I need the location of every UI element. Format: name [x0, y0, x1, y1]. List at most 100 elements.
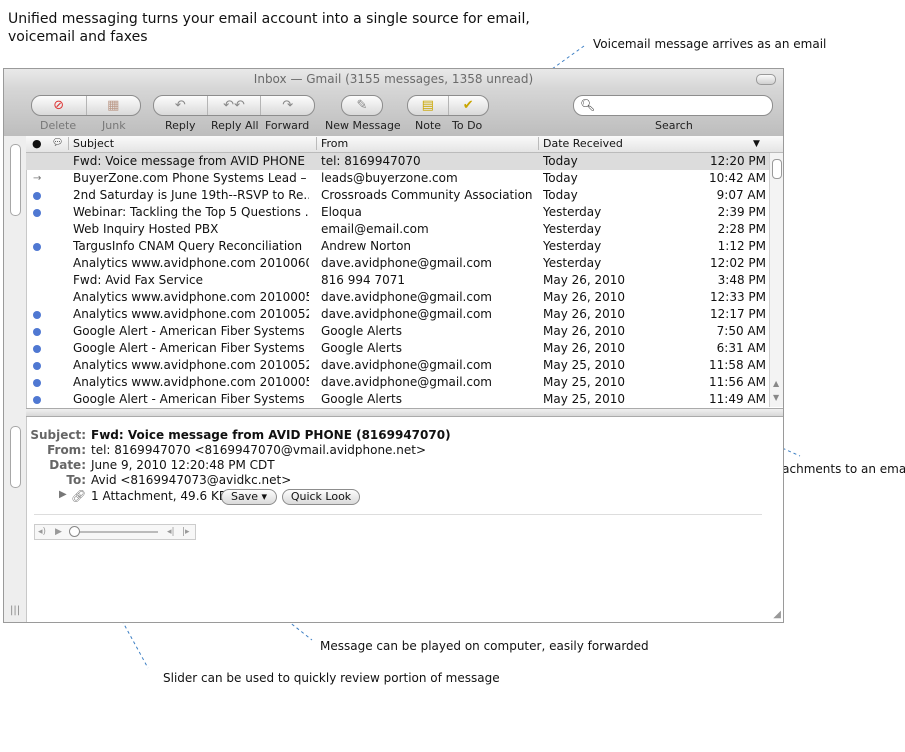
message-row[interactable]: Analytics www.avidphone.com 20100524 dave… [26, 357, 770, 374]
scroll-up-arrow-icon[interactable]: ▲ [773, 379, 779, 388]
message-from: Google Alerts [321, 324, 402, 338]
save-attachment-button[interactable]: Save ▾ [221, 489, 277, 505]
message-row[interactable]: → BuyerZone.com Phone Systems Lead – ... l… [26, 170, 770, 187]
message-subject: Fwd: Voice message from AVID PHONE ... [73, 154, 309, 168]
message-row[interactable]: Analytics www.avidphone.com 20100525 dave… [26, 306, 770, 323]
play-icon[interactable]: ▶ [55, 525, 62, 539]
reply-all-icon: ↶↶ [223, 98, 245, 113]
junk-button[interactable]: ▦ [87, 96, 141, 115]
message-date: Yesterday [543, 205, 602, 219]
subject-column[interactable]: Subject [68, 137, 114, 150]
date-header-label: Date: [49, 458, 86, 472]
message-subject: Analytics www.avidphone.com 20100607 [73, 256, 309, 270]
unread-dot-icon [33, 396, 41, 404]
date-column[interactable]: Date Received [538, 137, 623, 150]
preview-from[interactable]: tel: 8169947070 <8169947070@vmail.avidph… [91, 443, 426, 457]
sort-descending-icon[interactable]: ▼ [753, 139, 760, 149]
message-row[interactable]: 2nd Saturday is June 19th--RSVP to Re...… [26, 187, 770, 204]
message-row[interactable]: Analytics www.avidphone.com 2010005... da… [26, 289, 770, 306]
message-from: Google Alerts [321, 341, 402, 355]
quick-look-button[interactable]: Quick Look [282, 489, 360, 505]
disclosure-triangle-icon[interactable]: ▶ [59, 489, 67, 500]
message-from: dave.avidphone@gmail.com [321, 358, 492, 372]
message-time: 7:50 AM [716, 324, 766, 338]
message-row[interactable]: TargusInfo CNAM Query Reconciliation Andr… [26, 238, 770, 255]
message-time: 11:56 AM [709, 375, 766, 389]
checkmark-icon: ✔ [462, 98, 474, 113]
reply-all-label: Reply All [211, 119, 259, 132]
search-field[interactable]: 🔍︎ [573, 95, 773, 116]
flag-column-icon[interactable]: 💬︎ [52, 138, 63, 148]
reply-all-button[interactable]: ↶↶ [208, 96, 262, 115]
note-button[interactable]: ▤ [408, 96, 449, 115]
rail-scroll-thumb-lower[interactable] [10, 426, 21, 488]
forward-icon: ↷ [282, 98, 294, 113]
message-date: May 26, 2010 [543, 307, 626, 321]
scroll-down-arrow-icon[interactable]: ▼ [773, 393, 779, 402]
delete-label: Delete [40, 119, 77, 132]
search-icon: 🔍︎ [580, 98, 596, 112]
resize-grip-icon[interactable]: ◢ [773, 609, 781, 620]
reply-button[interactable]: ↶ [154, 96, 208, 115]
message-date: Today [543, 171, 578, 185]
message-row[interactable]: Google Alert - American Fiber Systems Goo… [26, 340, 770, 357]
preview-divider [34, 514, 762, 515]
headline: Unified messaging turns your email accou… [8, 11, 530, 45]
message-from: Crossroads Community Association [321, 188, 533, 202]
unread-dot-icon [33, 209, 41, 217]
message-row[interactable]: Google Alert - American Fiber Systems Goo… [26, 323, 770, 340]
message-row[interactable]: Fwd: Avid Fax Service 816 994 7071 May 26,… [26, 272, 770, 289]
mail-window: Inbox — Gmail (3155 messages, 1358 unrea… [3, 68, 784, 623]
preview-subject: Fwd: Voice message from AVID PHONE (8169… [91, 428, 451, 442]
message-list-scrollbar[interactable]: ▲ ▼ [769, 153, 783, 407]
message-time: 11:49 AM [709, 392, 766, 406]
preview-to[interactable]: Avid <8169947073@avidkc.net> [91, 473, 291, 487]
message-time: 12:20 PM [710, 154, 766, 168]
rail-scroll-thumb[interactable] [10, 144, 21, 216]
message-time: 1:12 PM [717, 239, 766, 253]
message-row[interactable]: Analytics www.avidphone.com 20100607 dave… [26, 255, 770, 272]
message-row[interactable]: Webinar: Tackling the Top 5 Questions ..… [26, 204, 770, 221]
forward-button[interactable]: ↷ [261, 96, 314, 115]
paperclip-icon: 🔗︎ [71, 489, 87, 503]
rewind-icon[interactable]: ◂| [167, 525, 175, 539]
compose-icon: ✎ [356, 98, 368, 113]
fast-forward-icon[interactable]: |▸ [182, 525, 190, 539]
delete-icon: ⊘ [53, 98, 65, 113]
message-from: dave.avidphone@gmail.com [321, 375, 492, 389]
audio-player: ◂) ▶ ◂| |▸ [34, 524, 196, 540]
rail-grip-icon[interactable]: ||| [10, 605, 20, 616]
new-message-button[interactable]: ✎ [342, 96, 382, 115]
unread-dot-icon [33, 311, 41, 319]
message-date: Yesterday [543, 239, 602, 253]
from-column[interactable]: From [316, 137, 348, 150]
mailbox-drawer-rail: ||| [4, 136, 27, 622]
unread-dot-icon [33, 379, 41, 387]
playback-slider-knob[interactable] [69, 526, 80, 537]
todo-button[interactable]: ✔ [449, 96, 489, 115]
note-label: Note [415, 119, 442, 132]
message-time: 2:28 PM [717, 222, 766, 236]
todo-label: To Do [452, 119, 483, 132]
new-message-label: New Message [325, 119, 401, 132]
message-row[interactable]: Web Inquiry Hosted PBX email@email.com Yes… [26, 221, 770, 238]
playback-track[interactable] [74, 531, 158, 533]
message-date: Yesterday [543, 222, 602, 236]
message-row[interactable]: Fwd: Voice message from AVID PHONE ... te… [26, 153, 770, 170]
message-date: Yesterday [543, 256, 602, 270]
preview-date: June 9, 2010 12:20:48 PM CDT [91, 458, 275, 472]
note-icon: ▤ [421, 98, 434, 113]
message-subject: BuyerZone.com Phone Systems Lead – ... [73, 171, 309, 185]
message-date: May 26, 2010 [543, 273, 626, 287]
status-column-icon[interactable]: ● [32, 137, 42, 150]
delete-button[interactable]: ⊘ [32, 96, 87, 115]
annotation-voicemail: Voicemail message arrives as an email [593, 37, 827, 51]
toolbar-toggle-button[interactable] [756, 74, 776, 85]
message-subject: 2nd Saturday is June 19th--RSVP to Re... [73, 188, 309, 202]
message-row[interactable]: Google Alert - American Fiber Systems Goo… [26, 391, 770, 408]
pane-splitter[interactable] [26, 408, 783, 417]
junk-icon: ▦ [107, 98, 120, 113]
scroll-thumb[interactable] [772, 159, 782, 179]
message-row[interactable]: Analytics www.avidphone.com 2010005... da… [26, 374, 770, 391]
volume-icon[interactable]: ◂) [38, 525, 46, 539]
